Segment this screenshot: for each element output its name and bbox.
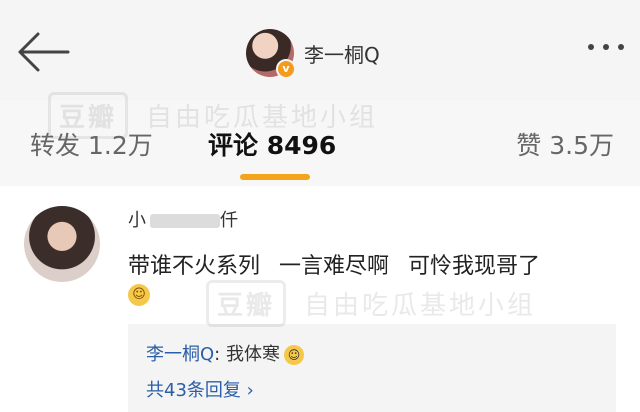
reply-author[interactable]: 李一桐Q — [146, 344, 214, 365]
reply-text: 我体寒 — [225, 344, 280, 365]
back-button[interactable] — [16, 30, 72, 74]
author-profile[interactable]: v 李一桐Q — [246, 28, 380, 79]
verified-badge-icon: v — [276, 59, 296, 79]
reply-separator: : — [214, 344, 221, 365]
commenter-avatar[interactable] — [24, 206, 100, 282]
back-arrow-icon — [18, 32, 70, 72]
commenter-name-start: 小 — [128, 210, 146, 231]
laughing-emoji-icon: ☺ — [128, 284, 150, 306]
tab-likes-label: 赞 — [516, 131, 542, 160]
comment-item: 小仟 带谁不火系列 一言难尽啊 可怜我现哥了 ☺ 李一桐Q: 我体寒 ☺ 共43条… — [0, 190, 640, 412]
redacted-name-blur — [150, 214, 220, 228]
tab-reposts[interactable]: 转发 1.2万 — [30, 126, 153, 162]
active-tab-indicator — [240, 174, 310, 180]
comment-text: 带谁不火系列 一言难尽啊 可怜我现哥了 — [128, 254, 540, 279]
tab-likes-count: 3.5万 — [549, 131, 614, 160]
tab-reposts-count: 1.2万 — [87, 131, 153, 160]
tab-comments-label: 评论 — [208, 131, 259, 160]
more-dots-icon — [588, 44, 594, 50]
reply-preview[interactable]: 李一桐Q: 我体寒 ☺ 共43条回复 › — [128, 324, 616, 412]
tab-comments[interactable]: 评论 8496 — [208, 126, 336, 162]
sweat-emoji-icon: ☺ — [283, 345, 304, 365]
more-options-button[interactable] — [588, 44, 624, 50]
tab-comments-count: 8496 — [266, 131, 337, 160]
engagement-tabs: 转发 1.2万 评论 8496 赞 3.5万 — [0, 100, 640, 186]
chevron-right-icon: › — [246, 380, 254, 401]
author-name[interactable]: 李一桐Q — [304, 39, 380, 68]
reply-count-label: 共43条回复 — [146, 380, 241, 401]
view-replies-link[interactable]: 共43条回复 › — [146, 376, 254, 402]
post-header: v 李一桐Q — [0, 0, 640, 100]
commenter-name-end: 仟 — [220, 210, 238, 231]
author-avatar[interactable]: v — [246, 29, 296, 79]
more-dots-icon — [603, 44, 609, 50]
reply-line: 李一桐Q: 我体寒 ☺ — [146, 340, 304, 366]
commenter-name[interactable]: 小仟 — [128, 206, 238, 232]
tab-likes[interactable]: 赞 3.5万 — [516, 126, 614, 162]
more-dots-icon — [618, 44, 624, 50]
tab-reposts-label: 转发 — [30, 131, 81, 160]
